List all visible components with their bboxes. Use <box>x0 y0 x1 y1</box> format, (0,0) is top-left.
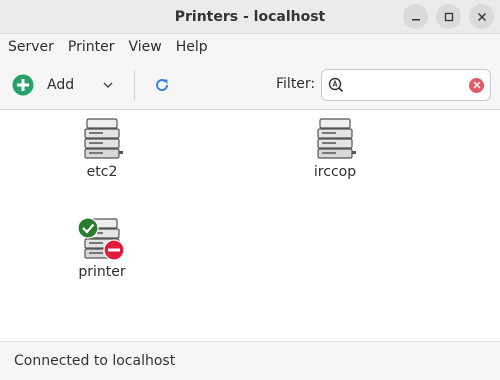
default-check-icon <box>77 217 99 239</box>
printer-item-printer[interactable]: printer <box>62 216 142 280</box>
printer-item-irccop[interactable]: irccop <box>295 116 375 180</box>
add-button[interactable]: Add <box>12 68 74 102</box>
printer-name: printer <box>78 264 126 280</box>
close-icon <box>477 12 486 21</box>
clear-filter-button[interactable] <box>469 77 484 93</box>
refresh-icon <box>156 78 169 91</box>
refresh-button[interactable] <box>154 68 170 102</box>
menu-bar: Server Printer View Help <box>0 34 500 60</box>
minimize-icon <box>411 18 420 20</box>
printer-name: irccop <box>313 164 357 180</box>
filter-label: Filter: <box>276 76 316 92</box>
add-label: Add <box>47 76 75 93</box>
filter-input[interactable] <box>350 77 469 93</box>
printer-list: etc2 irccop printer <box>0 110 500 342</box>
menu-server[interactable]: Server <box>4 39 58 55</box>
status-text: Connected to localhost <box>14 353 176 369</box>
maximize-icon <box>444 12 453 21</box>
add-icon <box>12 74 34 95</box>
printer-item-etc2[interactable]: etc2 <box>62 116 142 180</box>
minimize-button[interactable] <box>403 4 428 29</box>
add-dropdown-button[interactable] <box>102 68 114 102</box>
printer-icon <box>77 216 127 262</box>
printer-icon <box>77 116 127 162</box>
toolbar: Add Filter: <box>0 60 500 110</box>
printers-window: Printers - localhost Server Printer View… <box>0 0 500 380</box>
printer-icon <box>310 116 360 162</box>
toolbar-separator <box>134 69 136 100</box>
window-controls <box>403 4 494 29</box>
stopped-icon <box>103 239 125 261</box>
printer-name: etc2 <box>86 164 118 180</box>
window-title: Printers - localhost <box>174 8 326 25</box>
filter-field <box>321 69 491 101</box>
title-bar: Printers - localhost <box>0 0 500 34</box>
menu-help[interactable]: Help <box>172 39 212 55</box>
search-icon <box>328 77 344 93</box>
menu-printer[interactable]: Printer <box>64 39 119 55</box>
menu-view[interactable]: View <box>125 39 166 55</box>
clear-icon <box>472 81 481 89</box>
maximize-button[interactable] <box>436 4 461 29</box>
chevron-down-icon <box>103 82 113 88</box>
status-bar: Connected to localhost <box>0 342 500 380</box>
close-button[interactable] <box>469 4 494 29</box>
